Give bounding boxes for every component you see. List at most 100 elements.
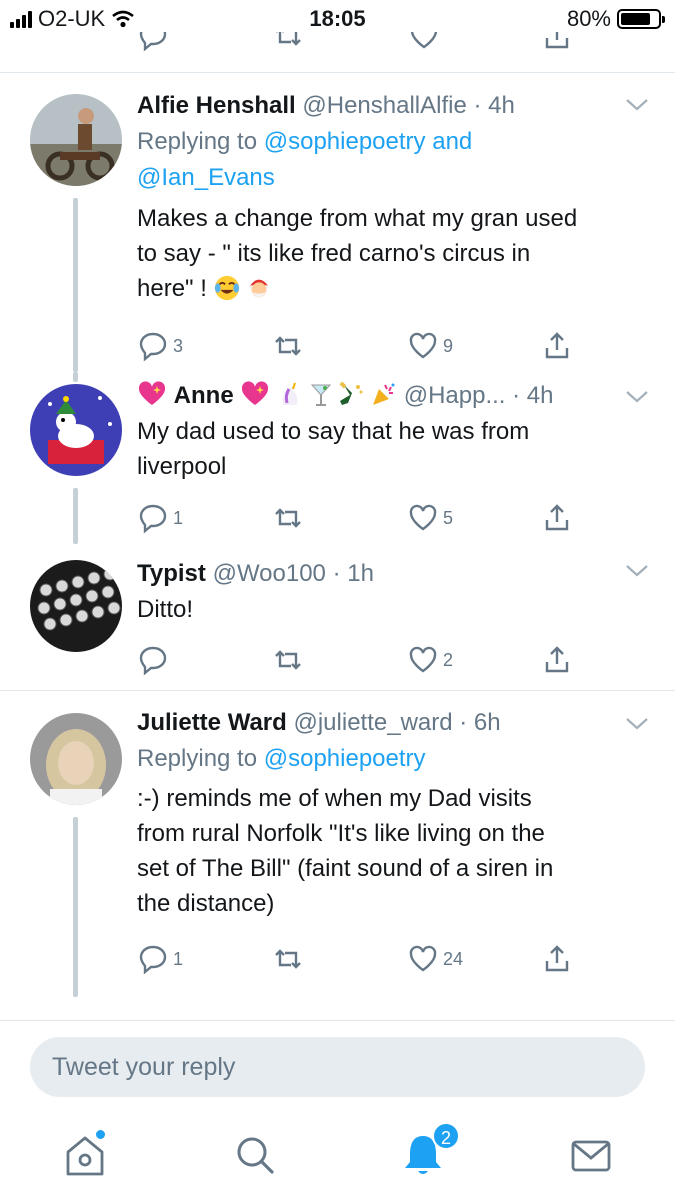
tweet-text-line: liverpool — [137, 453, 227, 480]
like-icon[interactable] — [407, 330, 439, 362]
like-action[interactable]: 2 — [407, 644, 453, 676]
search-icon[interactable] — [230, 1130, 280, 1180]
chevron-down-icon[interactable] — [625, 98, 649, 112]
tweet-juliette-ward[interactable]: Juliette Ward @juliette_ward · 6h Replyi… — [0, 691, 675, 1019]
tweet-typist[interactable]: Typist @Woo100 · 1h Ditto! 2 — [0, 544, 675, 690]
sparkling-heart-emoji-icon — [138, 381, 166, 405]
messages-icon[interactable] — [566, 1130, 616, 1180]
reply-icon[interactable] — [137, 330, 169, 362]
santa-emoji-icon — [249, 279, 269, 298]
author-name[interactable]: Alfie Henshall — [137, 92, 296, 119]
share-action[interactable] — [541, 502, 573, 534]
avatar[interactable] — [30, 713, 122, 805]
like-icon[interactable] — [408, 32, 440, 52]
retweet-icon[interactable] — [272, 943, 304, 975]
tweet-text-line: :-) reminds me of when my Dad visits — [137, 785, 532, 812]
tweet-text: :-) reminds me of when my Dad visits fro… — [137, 781, 645, 921]
like-icon[interactable] — [407, 644, 439, 676]
battery-percent: 80% — [566, 6, 611, 31]
chevron-down-icon[interactable] — [625, 390, 649, 404]
like-action[interactable]: 24 — [407, 943, 463, 975]
share-icon[interactable] — [541, 32, 573, 52]
tweet-text-line: here" ! — [137, 275, 207, 302]
tweet-header: Typist @Woo100 · 1h — [137, 558, 645, 590]
tweet-text-line: My dad used to say that he was from — [137, 418, 530, 445]
reply-count: 1 — [173, 948, 184, 969]
avatar[interactable] — [30, 94, 122, 186]
tweet-alfie-henshall[interactable]: Alfie Henshall @HenshallAlfie · 4h Reply… — [0, 72, 675, 372]
replying-prefix: Replying to — [137, 128, 258, 155]
home-new-indicator — [96, 1130, 105, 1139]
retweet-icon[interactable] — [272, 502, 304, 534]
notifications-badge: 2 — [432, 1122, 460, 1150]
tweet-anne[interactable]: Anne @Happ... · 4h My dad used to say th… — [0, 372, 675, 544]
mention-joiner[interactable]: and — [432, 128, 472, 155]
author-name[interactable]: Anne — [174, 382, 234, 409]
tweet-header: Juliette Ward @juliette_ward · 6h — [137, 707, 645, 739]
reply-icon[interactable] — [137, 502, 169, 534]
cocktail-emoji-icon — [310, 384, 331, 406]
mention-link[interactable]: @Ian_Evans — [137, 164, 275, 191]
tweet-time: · 4h — [473, 92, 515, 119]
tweet-text-line: from rural Norfolk "It's like living on … — [137, 820, 545, 847]
tweet-text-line: to say - " its like fred carno's circus … — [137, 240, 531, 267]
author-name[interactable]: Typist — [137, 560, 206, 587]
reply-input[interactable]: Tweet your reply — [30, 1037, 645, 1097]
tweet-actions: 3 9 — [137, 330, 577, 364]
retweet-action[interactable] — [272, 943, 308, 975]
tweet-text: Ditto! — [137, 592, 645, 627]
reply-action[interactable] — [137, 644, 173, 676]
battery-fill — [621, 13, 650, 25]
tweet-actions: 1 24 — [137, 943, 577, 977]
mention-link[interactable]: @sophiepoetry — [264, 745, 426, 772]
reply-action[interactable]: 1 — [137, 502, 183, 534]
reply-icon[interactable] — [137, 644, 169, 676]
tweet-time: · 6h — [459, 709, 501, 736]
share-icon[interactable] — [541, 644, 573, 676]
share-action[interactable] — [541, 943, 573, 975]
reply-count: 1 — [173, 507, 184, 528]
like-action[interactable]: 9 — [407, 330, 453, 362]
reply-action[interactable]: 3 — [137, 330, 183, 362]
retweet-action[interactable] — [272, 502, 308, 534]
retweet-icon[interactable] — [272, 32, 304, 52]
author-handle[interactable]: @Happ... — [404, 382, 506, 409]
unicorn-emoji-icon — [282, 382, 298, 405]
tweet-text-line: set of The Bill" (faint sound of a siren… — [137, 855, 554, 882]
tweet-text-line: Ditto! — [137, 596, 194, 623]
share-icon[interactable] — [541, 943, 573, 975]
reply-placeholder: Tweet your reply — [52, 1053, 236, 1081]
avatar[interactable] — [30, 560, 122, 652]
chevron-down-icon[interactable] — [625, 564, 649, 578]
reply-icon[interactable] — [137, 32, 169, 52]
reply-action[interactable]: 1 — [137, 943, 183, 975]
tweet-text: My dad used to say that he was from live… — [137, 414, 645, 484]
share-action[interactable] — [541, 330, 573, 362]
thread-line — [73, 488, 78, 544]
share-icon[interactable] — [541, 330, 573, 362]
avatar[interactable] — [30, 384, 122, 476]
author-name[interactable]: Juliette Ward — [137, 709, 287, 736]
like-icon[interactable] — [407, 943, 439, 975]
mention-link[interactable]: @sophiepoetry — [264, 128, 426, 155]
like-action[interactable]: 5 — [407, 502, 453, 534]
author-handle[interactable]: @Woo100 — [213, 560, 326, 587]
tweet-time: · 1h — [332, 560, 374, 587]
retweet-action[interactable] — [272, 330, 308, 362]
author-handle[interactable]: @HenshallAlfie — [302, 92, 466, 119]
retweet-action[interactable] — [272, 644, 308, 676]
chevron-down-icon[interactable] — [625, 717, 649, 731]
share-action[interactable] — [541, 644, 573, 676]
tweet-content: Juliette Ward @juliette_ward · 6h Replyi… — [137, 707, 645, 921]
reply-icon[interactable] — [137, 943, 169, 975]
reply-count: 3 — [173, 335, 184, 356]
tweet-header: Anne @Happ... · 4h — [137, 380, 645, 412]
divider — [0, 1020, 675, 1021]
retweet-icon[interactable] — [272, 644, 304, 676]
author-handle[interactable]: @juliette_ward — [293, 709, 452, 736]
like-icon[interactable] — [407, 502, 439, 534]
share-icon[interactable] — [541, 502, 573, 534]
tweet-time: · 4h — [512, 382, 554, 409]
status-right: 80% — [566, 6, 665, 32]
retweet-icon[interactable] — [272, 330, 304, 362]
